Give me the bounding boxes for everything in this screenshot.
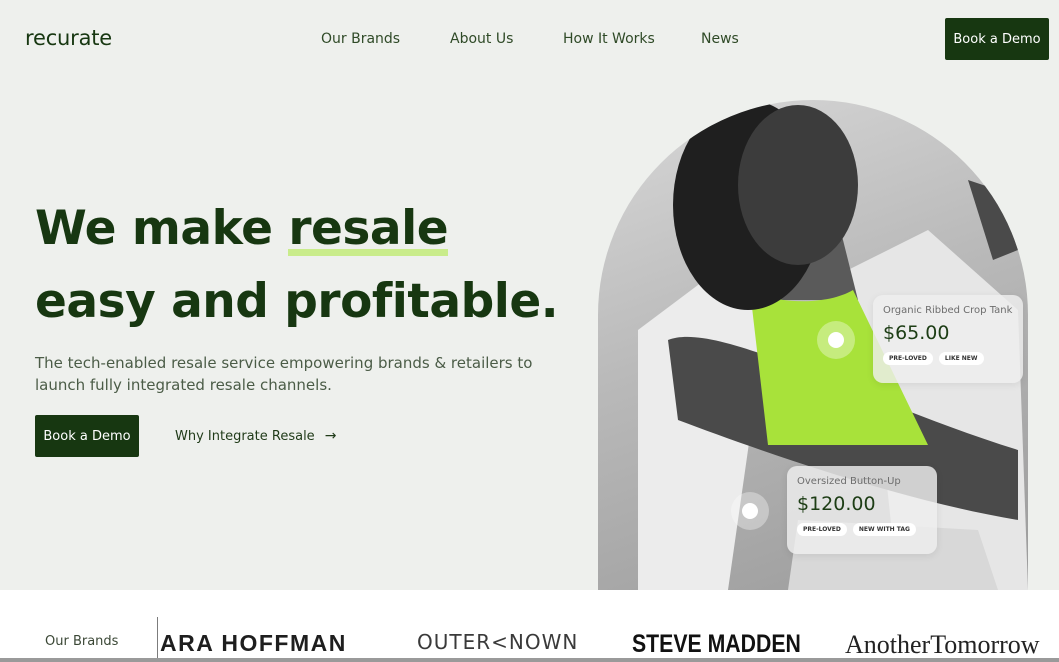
product-price: $65.00 (883, 322, 950, 344)
hero-book-demo-button[interactable]: Book a Demo (35, 415, 139, 457)
headline-text: We make (35, 201, 289, 256)
brand-logo-outerknown: OUTER<NOWN (417, 630, 579, 654)
nav-our-brands[interactable]: Our Brands (321, 31, 400, 47)
nav-news[interactable]: News (701, 31, 739, 47)
condition-tag: NEW WITH TAG (852, 523, 916, 536)
nav-how-it-works[interactable]: How It Works (563, 31, 655, 47)
header-book-demo-button[interactable]: Book a Demo (945, 18, 1049, 60)
hero-subtext: The tech-enabled resale service empoweri… (35, 354, 533, 394)
hero-headline: We make resale easy and profitable. (35, 192, 595, 338)
brand-logo-ara-hoffman: ARA HOFFMAN (160, 630, 347, 656)
why-integrate-resale-label: Why Integrate Resale (175, 428, 315, 444)
logo[interactable]: recurate (25, 26, 112, 50)
product-hotspot-2[interactable] (731, 492, 769, 530)
condition-tag: PRE-LOVED (883, 352, 933, 365)
why-integrate-resale-link[interactable]: Why Integrate Resale → (175, 428, 336, 444)
brands-label: Our Brands (45, 634, 119, 649)
product-hotspot-1[interactable] (817, 321, 855, 359)
brand-logo-another-tomorrow: AnotherTomorrow (845, 630, 1040, 659)
headline-highlight: resale (288, 201, 449, 256)
product-price: $120.00 (797, 493, 876, 515)
product-title: Oversized Button-Up (797, 476, 901, 487)
hero-image: Organic Ribbed Crop Tank $65.00 PRE-LOVE… (598, 100, 1028, 590)
condition-tag: PRE-LOVED (797, 523, 847, 536)
brand-strip: Our Brands ARA HOFFMAN OUTER<NOWN STEVE … (0, 590, 1059, 662)
product-card-2[interactable]: Oversized Button-Up $120.00 PRE-LOVED NE… (787, 466, 937, 554)
product-title: Organic Ribbed Crop Tank (883, 305, 1013, 316)
nav-about-us[interactable]: About Us (450, 31, 513, 47)
brand-logo-steve-madden: STEVE MADDEN (632, 630, 801, 658)
headline-line-2: easy and profitable. (35, 274, 559, 329)
divider (157, 617, 158, 659)
condition-tag: LIKE NEW (938, 352, 984, 365)
arrow-right-icon: → (324, 428, 337, 444)
product-card-1[interactable]: Organic Ribbed Crop Tank $65.00 PRE-LOVE… (873, 295, 1023, 383)
scroll-indicator (0, 658, 1059, 662)
